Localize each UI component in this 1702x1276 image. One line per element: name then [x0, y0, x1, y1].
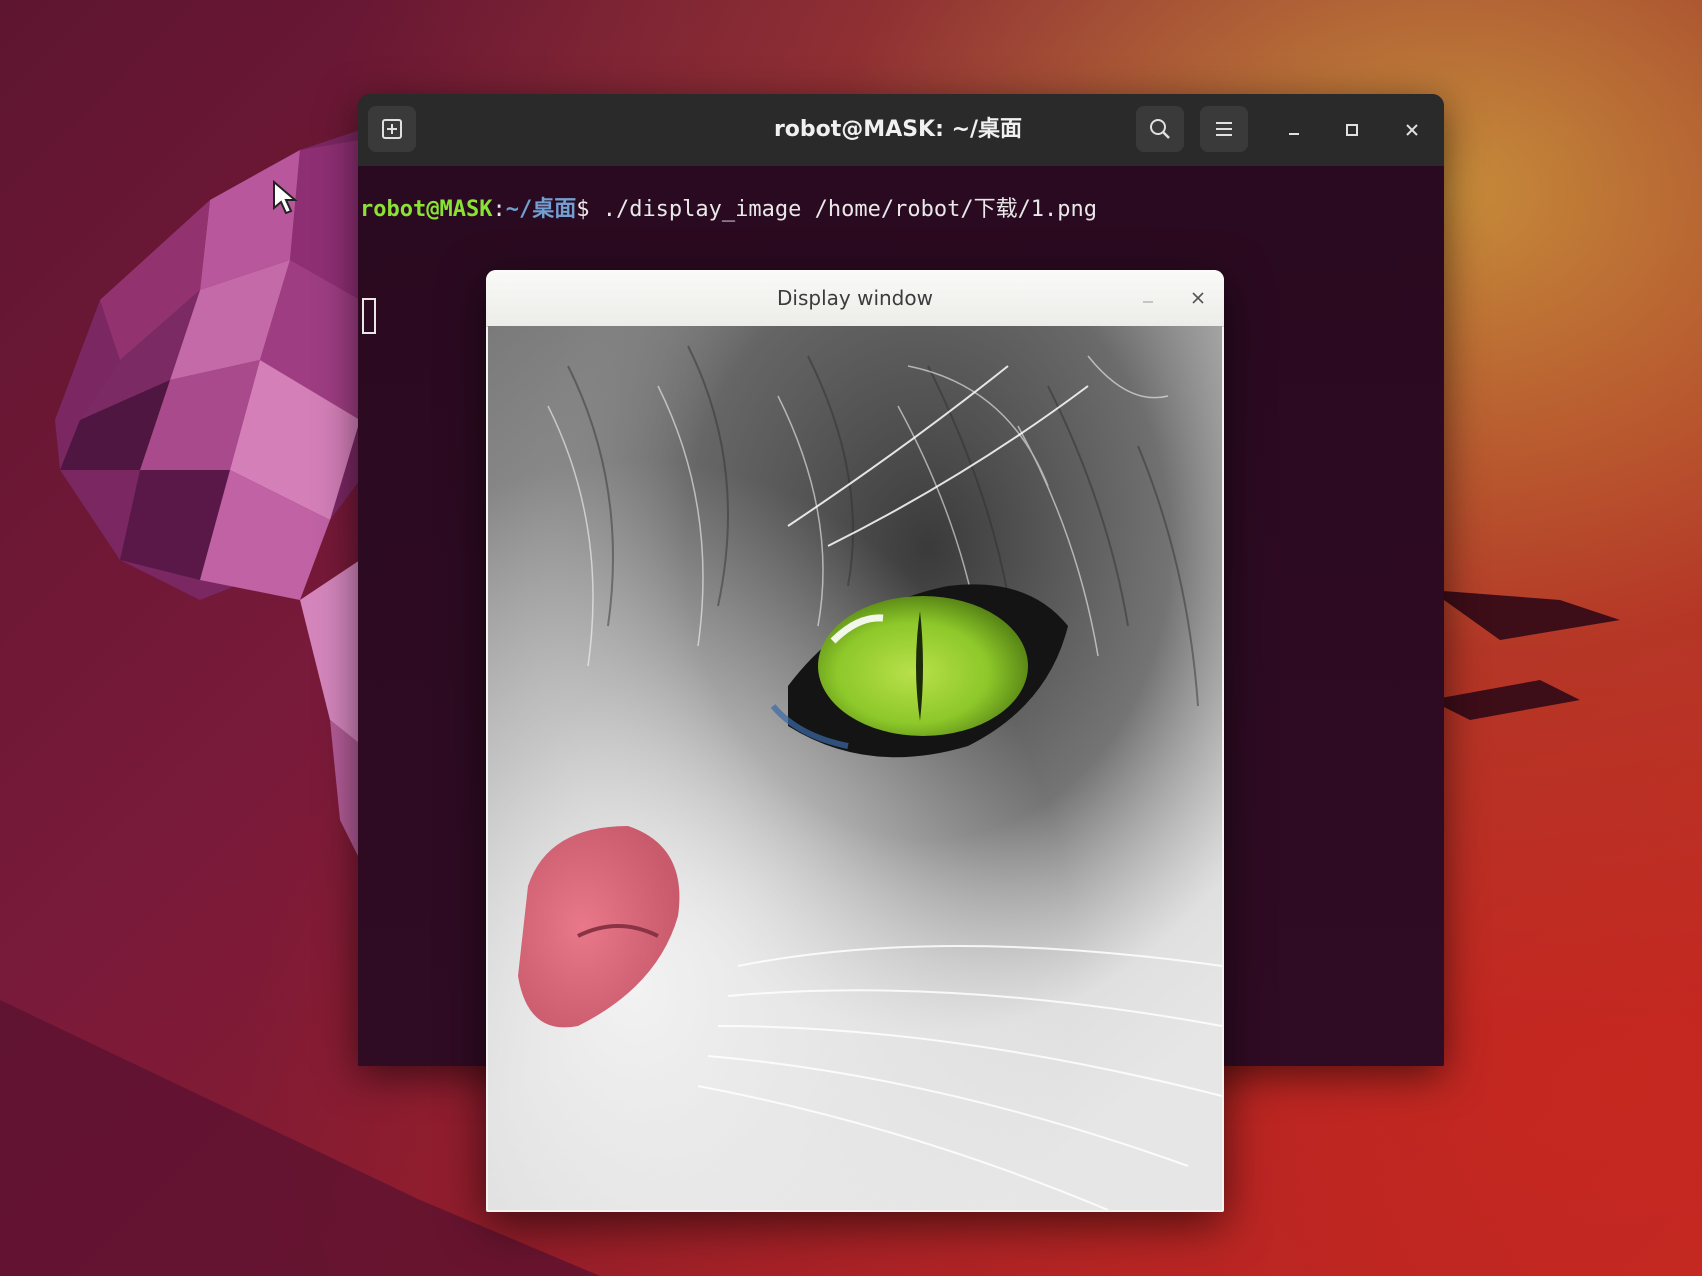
new-tab-button[interactable] [368, 106, 416, 152]
minimize-button[interactable] [1274, 110, 1314, 150]
prompt-separator: : [492, 197, 506, 222]
close-icon [1192, 292, 1204, 304]
prompt-symbol: $ [576, 197, 603, 222]
search-icon [1150, 119, 1170, 139]
close-icon [1406, 124, 1418, 136]
hamburger-menu-icon [1216, 122, 1232, 136]
new-tab-icon [382, 119, 402, 139]
display-minimize-button[interactable] [1134, 284, 1162, 312]
terminal-command-line: robot@MASK:~/桌面$ ./display_image /home/r… [360, 194, 1097, 226]
cat-photo [488, 326, 1222, 1210]
maximize-button[interactable] [1332, 110, 1372, 150]
close-button[interactable] [1392, 110, 1432, 150]
terminal-command: ./display_image /home/robot/下载/1.png [602, 197, 1098, 222]
desktop: robot@MASK: ~/桌面 robot@MASK:~/桌面$ ./disp… [0, 0, 1702, 1276]
mouse-cursor [273, 180, 298, 215]
terminal-title: robot@MASK: ~/桌面 [773, 117, 1023, 142]
minimize-icon [1143, 301, 1153, 303]
display-window-titlebar[interactable]: Display window [486, 270, 1224, 327]
minimize-icon [1289, 133, 1299, 135]
terminal-titlebar[interactable]: robot@MASK: ~/桌面 [358, 94, 1444, 167]
display-close-button[interactable] [1184, 284, 1212, 312]
terminal-cursor [362, 298, 376, 334]
menu-button[interactable] [1200, 106, 1248, 152]
search-button[interactable] [1136, 106, 1184, 152]
prompt-path: ~/桌面 [505, 197, 577, 222]
prompt-user-host: robot@MASK [360, 197, 493, 222]
display-window-title: Display window [777, 286, 933, 310]
display-window[interactable]: Display window [486, 270, 1224, 1212]
maximize-icon [1346, 124, 1358, 136]
